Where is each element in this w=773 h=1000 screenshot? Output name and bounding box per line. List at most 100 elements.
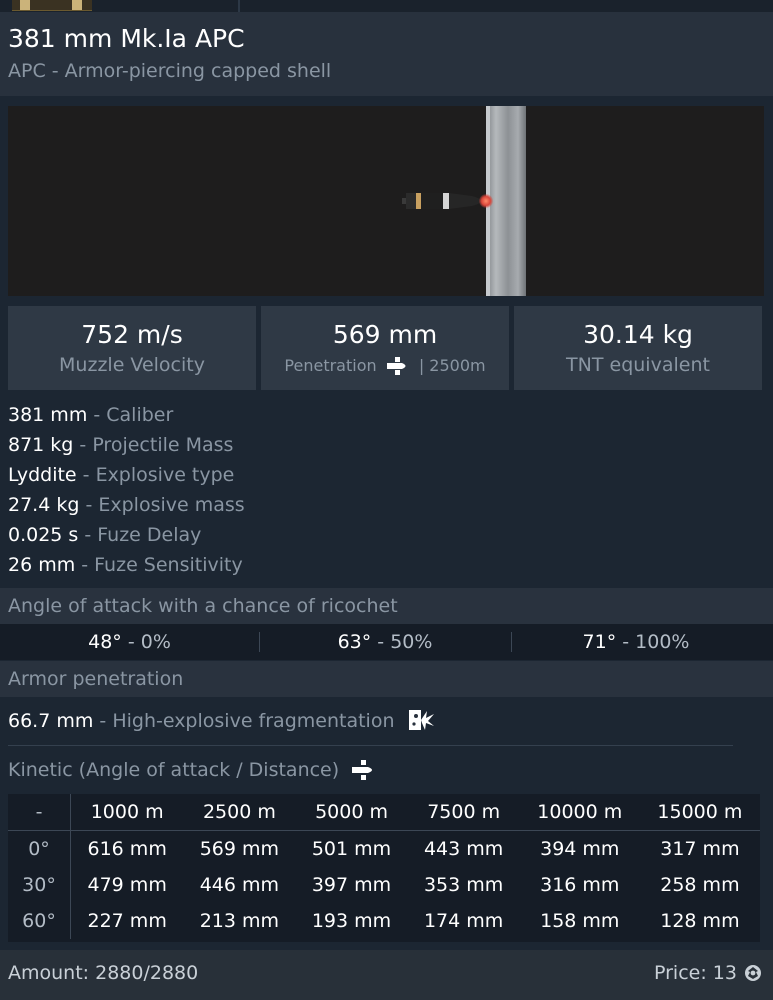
property-value: 0.025 s — [8, 524, 79, 546]
table-header-row: - 1000 m 2500 m 5000 m 7500 m 10000 m 15… — [8, 794, 760, 831]
property-label: Explosive mass — [98, 494, 245, 516]
property-label: Projectile Mass — [92, 434, 234, 456]
penetration-cell: 316 mm — [540, 874, 620, 896]
he-penetration-value: 66.7 mm — [8, 710, 94, 732]
distance-header: 15000 m — [639, 794, 760, 831]
stat-muzzle-velocity: 752 m/s Muzzle Velocity — [8, 306, 256, 390]
property-separator: - — [79, 494, 99, 516]
ricochet-section-header: Angle of attack with a chance of ricoche… — [0, 588, 773, 624]
penetration-cell: 569 mm — [199, 838, 280, 860]
angle-cell: 60° — [8, 903, 71, 939]
stat-label: Muzzle Velocity — [59, 354, 205, 376]
penetration-cell: 128 mm — [660, 910, 740, 932]
penetration-cell: 479 mm — [87, 874, 167, 896]
property-projectile-mass: 871 kg - Projectile Mass — [8, 430, 245, 460]
impact-spark — [479, 194, 493, 208]
penetration-cell: 317 mm — [660, 838, 740, 860]
penetration-cell: 616 mm — [87, 838, 167, 860]
penetration-grid: - 1000 m 2500 m 5000 m 7500 m 10000 m 15… — [8, 794, 760, 939]
table-row: 0° 616 mm 569 mm 501 mm 443 mm 394 mm 31… — [8, 830, 760, 867]
stat-label: TNT equivalent — [566, 354, 710, 376]
stat-value: 752 m/s — [81, 320, 183, 349]
property-label: Caliber — [106, 404, 174, 426]
kinetic-shell-icon — [352, 760, 373, 780]
silver-lion-icon — [745, 965, 761, 981]
stat-label-distance: | 2500m — [418, 356, 486, 375]
ricochet-angle: 48° — [88, 631, 122, 653]
penetration-cell: 397 mm — [311, 874, 392, 896]
kinetic-label-text: Kinetic (Angle of attack / Distance) — [8, 759, 340, 781]
penetration-cell: 258 mm — [660, 874, 740, 896]
property-label: Explosive type — [95, 464, 235, 486]
price-text: Price: 13 — [653, 962, 737, 984]
property-explosive-type: Lyddite - Explosive type — [8, 460, 245, 490]
armor-penetration-title: Armor penetration — [8, 668, 184, 690]
shell-properties: 381 mm - Caliber 871 kg - Projectile Mas… — [8, 400, 245, 580]
top-divider — [238, 0, 240, 12]
ricochet-item: 71° - 100% — [511, 624, 761, 660]
armor-penetration-header: Armor penetration — [0, 661, 773, 697]
table-corner: - — [8, 794, 71, 831]
shell-title: 381 mm Mk.Ia APC — [8, 24, 245, 53]
stat-label: Penetration | 2500m — [261, 356, 509, 375]
penetration-cell: 158 mm — [540, 910, 620, 932]
penetration-cell: 443 mm — [423, 838, 504, 860]
key-stats: 752 m/s Muzzle Velocity 569 mm Penetrati… — [0, 306, 773, 390]
he-fragmentation-row: 66.7 mm - High-explosive fragmentation — [8, 706, 435, 736]
property-separator: - — [87, 404, 107, 426]
property-caliber: 381 mm - Caliber — [8, 400, 245, 430]
kinetic-shell-icon — [386, 357, 406, 375]
ricochet-chance: 100% — [635, 631, 690, 653]
section-divider — [8, 745, 733, 746]
ricochet-separator: - — [121, 631, 141, 653]
property-fuze-sensitivity: 26 mm - Fuze Sensitivity — [8, 550, 245, 580]
distance-header: 1000 m — [70, 794, 184, 831]
ricochet-chances: 48° - 0% 63° - 50% 71° - 100% — [0, 624, 773, 660]
distance-header: 5000 m — [295, 794, 408, 831]
stat-label-text: Penetration — [284, 356, 377, 375]
ricochet-separator: - — [371, 631, 391, 653]
penetration-cell: 193 mm — [311, 910, 392, 932]
distance-header: 10000 m — [519, 794, 640, 831]
explosion-icon — [408, 710, 434, 730]
table-row: 30° 479 mm 446 mm 397 mm 353 mm 316 mm 2… — [8, 867, 760, 903]
penetration-preview — [8, 106, 764, 296]
penetration-cell: 446 mm — [199, 874, 280, 896]
ricochet-title: Angle of attack with a chance of ricoche… — [8, 595, 398, 617]
penetration-cell: 213 mm — [199, 910, 280, 932]
kinetic-penetration-title: Kinetic (Angle of attack / Distance) — [8, 755, 377, 785]
ricochet-separator: - — [616, 631, 636, 653]
ricochet-angle: 63° — [337, 631, 372, 653]
property-separator: - — [75, 554, 95, 576]
angle-cell: 30° — [8, 867, 71, 903]
property-value: 871 kg — [8, 434, 74, 456]
distance-header: 2500 m — [183, 794, 296, 831]
property-value: 381 mm — [8, 404, 88, 426]
ricochet-chance: 0% — [140, 631, 171, 653]
penetration-cell: 174 mm — [423, 910, 504, 932]
top-strip — [0, 0, 773, 12]
penetration-cell: 501 mm — [311, 838, 392, 860]
penetration-cell: 353 mm — [423, 874, 504, 896]
shell-thumbnail — [12, 0, 92, 11]
price-label: Price: 13 — [654, 962, 763, 984]
property-value: 27.4 kg — [8, 494, 80, 516]
ricochet-item: 48° - 0% — [0, 624, 259, 660]
property-value: Lyddite — [8, 464, 77, 486]
penetration-cell: 394 mm — [540, 838, 620, 860]
distance-header: 7500 m — [407, 794, 520, 831]
he-penetration-label: High-explosive fragmentation — [112, 710, 395, 732]
property-separator: - — [76, 464, 96, 486]
stat-value: 30.14 kg — [583, 320, 693, 349]
angle-cell: 0° — [8, 830, 71, 867]
he-separator: - — [93, 710, 113, 732]
stat-penetration: 569 mm Penetration | 2500m — [261, 306, 509, 390]
property-explosive-mass: 27.4 kg - Explosive mass — [8, 490, 245, 520]
stat-value: 569 mm — [332, 320, 438, 349]
ricochet-item: 63° - 50% — [259, 624, 511, 660]
property-fuze-delay: 0.025 s - Fuze Delay — [8, 520, 245, 550]
property-label: Fuze Sensitivity — [94, 554, 243, 576]
penetration-cell: 227 mm — [87, 910, 167, 932]
property-label: Fuze Delay — [97, 524, 202, 546]
ricochet-angle: 71° — [582, 631, 617, 653]
